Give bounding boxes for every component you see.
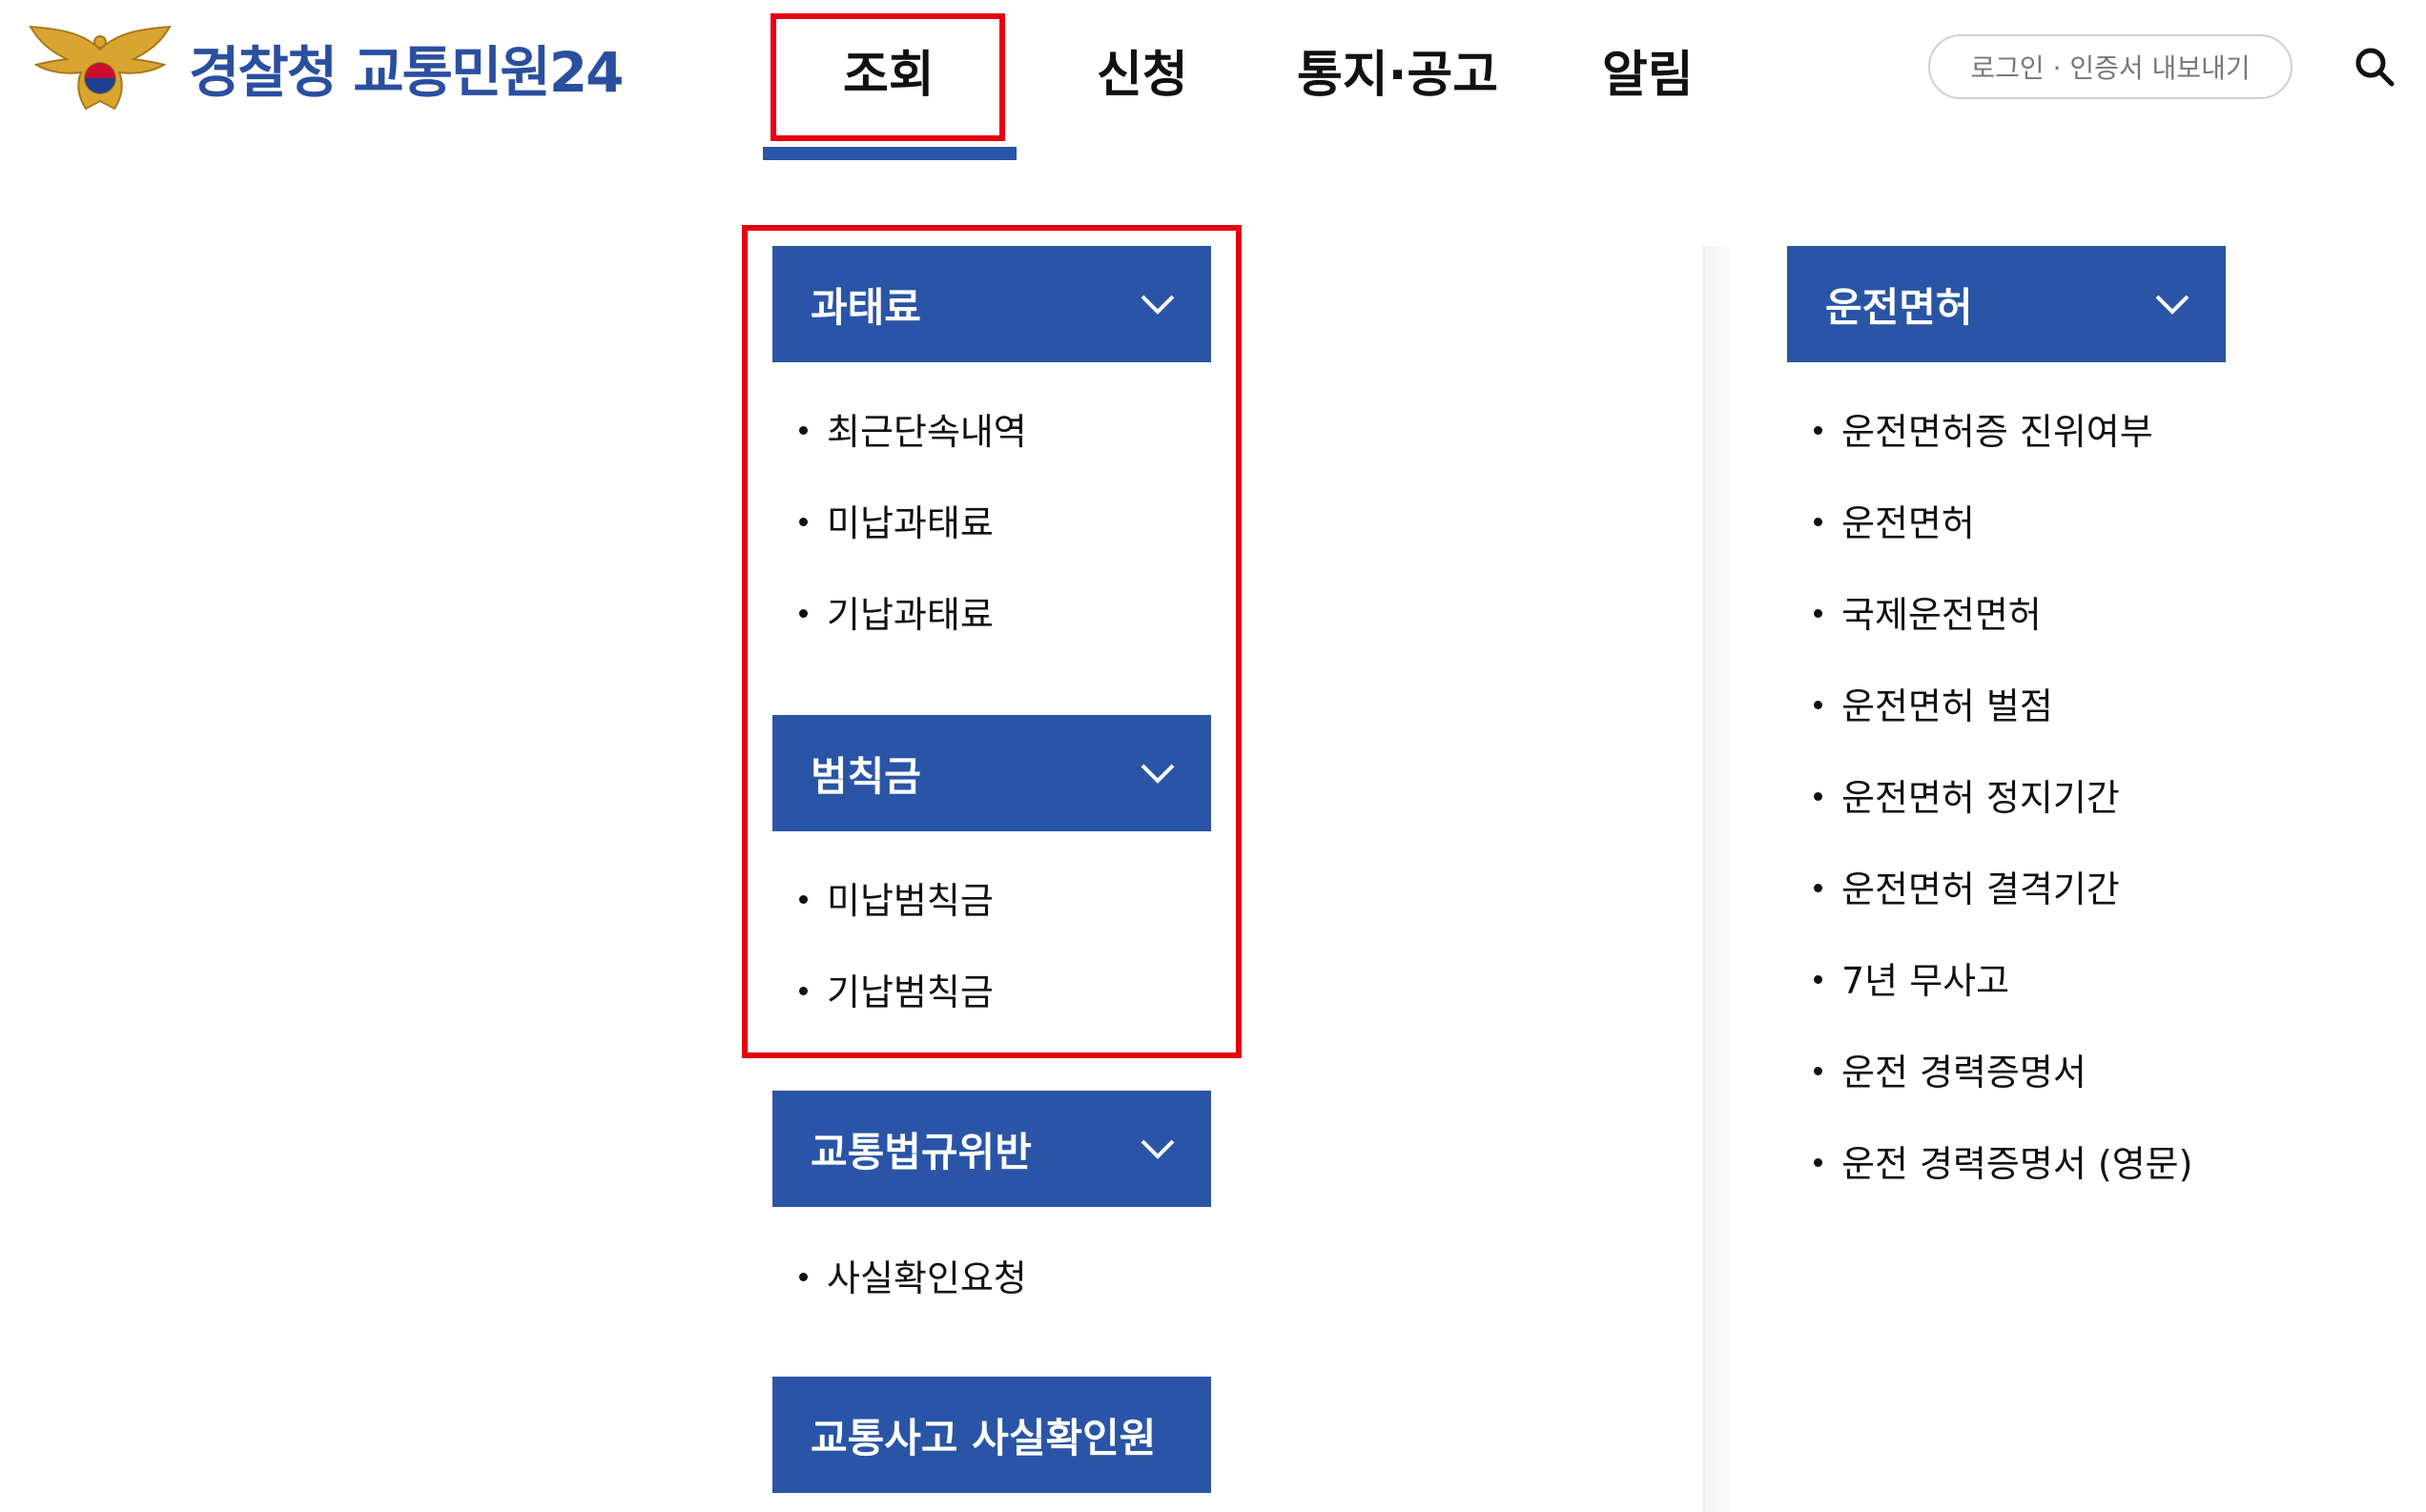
section-header-drivers-license[interactable]: 운전면허 xyxy=(1787,246,2226,362)
police-eagle-emblem-icon xyxy=(29,25,172,111)
nav-tab-notice[interactable]: 통지·공고 xyxy=(1297,34,1498,106)
section-header-traffic-violation[interactable]: 교통법규위반 xyxy=(772,1091,1211,1207)
chevron-down-icon xyxy=(2155,295,2190,315)
menu-item-unpaid-penalties[interactable]: 미납범칙금 xyxy=(799,871,994,924)
section-title: 교통법규위반 xyxy=(811,1128,1032,1175)
menu-item-license[interactable]: 운전면허 xyxy=(1814,494,1975,546)
column-divider xyxy=(1703,246,1730,1512)
site-logo[interactable]: 경찰청 교통민원24 xyxy=(29,21,624,114)
active-tab-underline xyxy=(763,147,1017,160)
section-title: 범칙금 xyxy=(811,752,921,800)
menu-item-international-license[interactable]: 국제운전면허 xyxy=(1814,585,2042,638)
menu-item-driving-record[interactable]: 운전 경력증명서 xyxy=(1814,1043,2087,1095)
menu-item-recent-violations[interactable]: 최근단속내역 xyxy=(799,402,1027,455)
nav-tab-apply[interactable]: 신청 xyxy=(1097,34,1188,106)
menu-item-driving-record-english[interactable]: 운전 경력증명서 (영문) xyxy=(1814,1134,2192,1187)
section-title: 교통사고 사실확인원 xyxy=(811,1414,1157,1461)
menu-item-license-suspension[interactable]: 운전면허 정지기간 xyxy=(1814,768,2120,821)
chevron-down-icon xyxy=(1141,764,1175,784)
section-title: 과태료 xyxy=(811,283,921,331)
menu-item-license-points[interactable]: 운전면허 벌점 xyxy=(1814,677,2053,729)
section-header-penalties[interactable]: 범칙금 xyxy=(772,715,1211,831)
logo-text: 경찰청 교통민원24 xyxy=(189,40,624,105)
chevron-down-icon xyxy=(1141,295,1175,315)
chevron-down-icon xyxy=(1141,1139,1175,1159)
section-header-accident-certificate[interactable]: 교통사고 사실확인원 xyxy=(772,1377,1211,1493)
nav-tab-news[interactable]: 알림 xyxy=(1602,34,1694,106)
menu-item-license-disqualification[interactable]: 운전면허 결격기간 xyxy=(1814,860,2120,912)
active-tab-highlight xyxy=(771,13,1005,141)
section-title: 운전면허 xyxy=(1825,283,1973,331)
menu-item-paid-fines[interactable]: 기납과태료 xyxy=(799,585,994,638)
section-header-fines[interactable]: 과태료 xyxy=(772,246,1211,362)
login-button[interactable]: 로그인 · 인증서 내보내기 xyxy=(1928,34,2292,99)
search-icon[interactable] xyxy=(2352,44,2397,90)
menu-item-unpaid-fines[interactable]: 미납과태료 xyxy=(799,494,994,546)
menu-item-license-authenticity[interactable]: 운전면허증 진위여부 xyxy=(1814,402,2153,455)
menu-item-fact-check-request[interactable]: 사실확인요청 xyxy=(799,1249,1027,1301)
menu-item-paid-penalties[interactable]: 기납범칙금 xyxy=(799,963,994,1015)
menu-item-seven-year-no-accident[interactable]: 7년 무사고 xyxy=(1814,951,2009,1004)
